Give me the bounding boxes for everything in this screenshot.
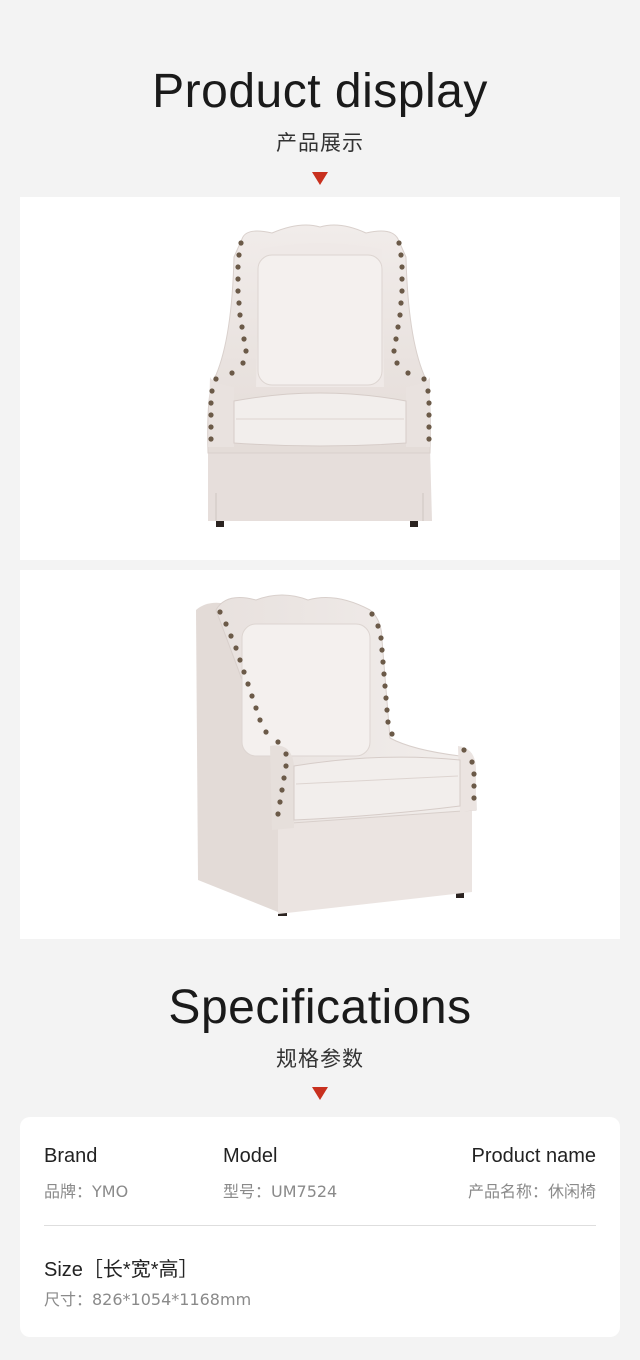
- specifications-title: Specifications: [168, 981, 472, 1034]
- product-photo-front: [20, 197, 620, 560]
- model-value: 型号：UM7524: [223, 1182, 338, 1201]
- product-display-title: Product display: [152, 65, 488, 118]
- product-name-label: Product name: [471, 1145, 596, 1167]
- brand-label: Brand: [44, 1145, 98, 1167]
- specifications-card: Brand 品牌：YMO Model 型号：UM7524 Product nam…: [20, 1117, 620, 1337]
- product-name-value: 产品名称：休闲椅: [467, 1182, 596, 1201]
- specifications-subtitle: 规格参数: [276, 1047, 364, 1071]
- brand-value: 品牌：YMO: [44, 1182, 129, 1201]
- size-label: Size［长*宽*高］: [44, 1259, 199, 1281]
- product-display-subtitle: 产品展示: [276, 131, 364, 155]
- model-label: Model: [223, 1145, 278, 1167]
- down-arrow-icon: [312, 172, 328, 185]
- spec-divider: [44, 1225, 596, 1226]
- size-value: 尺寸：826*1054*1168mm: [44, 1290, 252, 1309]
- product-photo-angled: [20, 570, 620, 939]
- armchair-front-image: [207, 224, 432, 527]
- armchair-angled-image: [196, 594, 477, 916]
- down-arrow-icon: [312, 1087, 328, 1100]
